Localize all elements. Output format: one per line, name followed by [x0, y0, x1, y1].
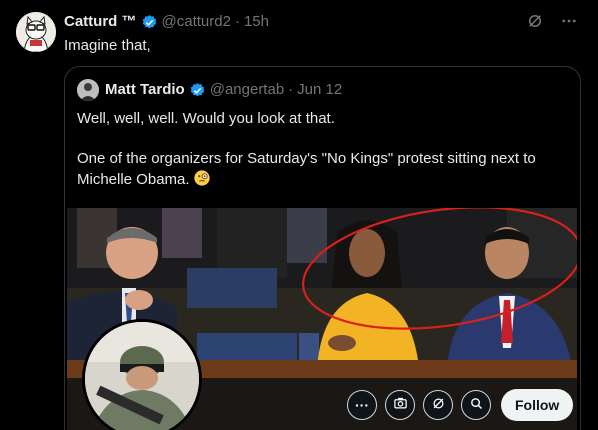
tweet-time[interactable]: 15h	[244, 13, 269, 31]
quoted-tweet[interactable]: Matt Tardio @angertab · Jun 12 Well, wel…	[64, 66, 581, 430]
separator: ·	[288, 81, 294, 98]
author-name[interactable]: Catturd ™	[64, 13, 137, 31]
grok-icon[interactable]	[524, 10, 546, 32]
search-button[interactable]	[461, 390, 491, 420]
quote-line-1: Well, well, well. Would you look at that…	[77, 110, 335, 127]
quote-author-avatar[interactable]	[77, 79, 99, 101]
author-avatar[interactable]	[16, 12, 56, 52]
grok-icon	[431, 396, 446, 414]
emoji-face-icon	[193, 169, 211, 187]
quote-date[interactable]: Jun 12	[297, 81, 342, 99]
search-icon	[469, 396, 484, 414]
quote-author-name[interactable]: Matt Tardio	[105, 81, 185, 99]
verified-badge-icon	[141, 14, 158, 31]
follow-button[interactable]: Follow	[501, 389, 574, 421]
quote-author-handle[interactable]: @angertab	[210, 81, 284, 99]
quote-header: Matt Tardio @angertab · Jun 12	[77, 79, 342, 101]
more-icon: ···	[355, 397, 369, 413]
author-handle[interactable]: @catturd2	[162, 13, 231, 31]
media-actions: ··· Follow	[347, 389, 574, 421]
separator: ·	[234, 13, 240, 30]
camera-button[interactable]	[385, 390, 415, 420]
tweet-top-actions	[524, 10, 580, 32]
camera-icon	[393, 396, 408, 414]
tweet-header: Catturd ™ @catturd2 · 15h	[64, 13, 269, 31]
verified-badge-icon	[189, 82, 206, 99]
tweet-text: Imagine that,	[64, 37, 151, 54]
more-icon[interactable]	[558, 10, 580, 32]
more-options-button[interactable]: ···	[347, 390, 377, 420]
grok-button[interactable]	[423, 390, 453, 420]
quote-line-2: One of the organizers for Saturday's "No…	[77, 150, 536, 188]
overlay-profile-avatar[interactable]	[82, 319, 202, 430]
quote-text: Well, well, well. Would you look at that…	[77, 109, 567, 190]
